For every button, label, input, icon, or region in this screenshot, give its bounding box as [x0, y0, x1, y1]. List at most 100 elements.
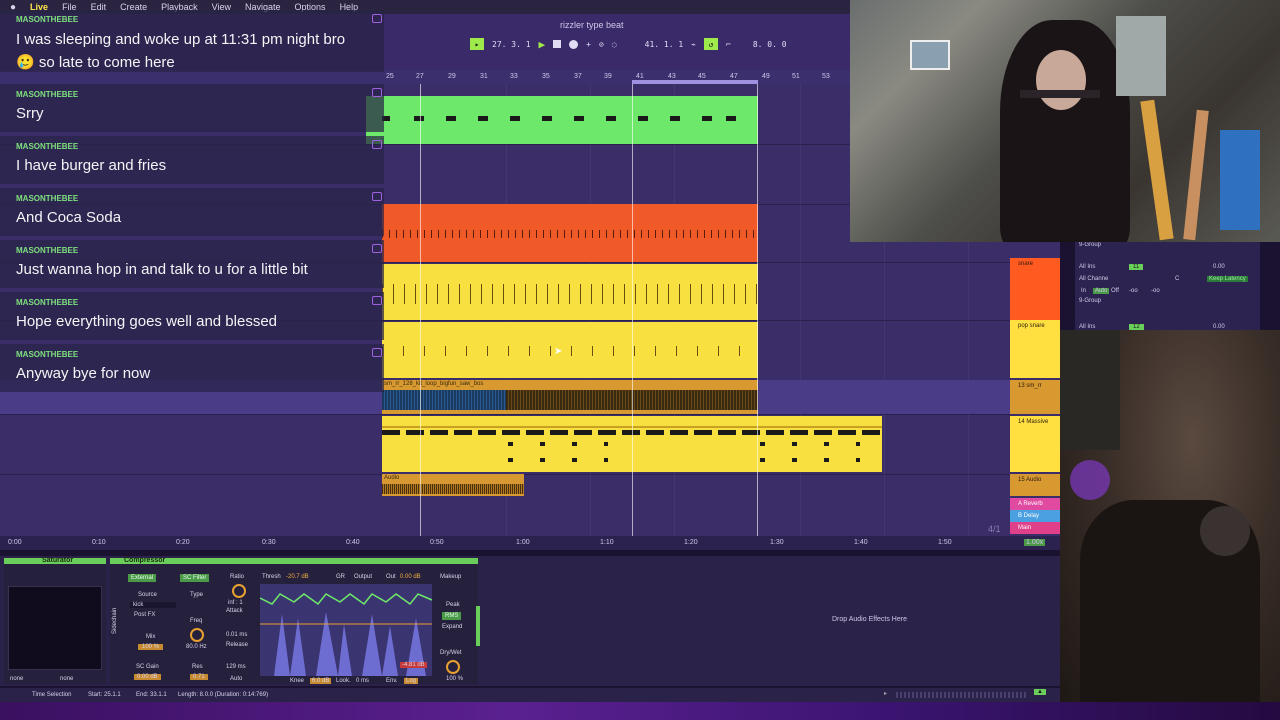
freq-value[interactable]: 80.0 Hz: [186, 644, 207, 650]
thresh-label: Thresh: [262, 574, 281, 580]
overview-play-icon[interactable]: ▸: [884, 690, 887, 697]
ratio-knob[interactable]: [232, 584, 246, 598]
track-header-delay[interactable]: B Delay: [1010, 510, 1060, 522]
punch-icon[interactable]: ⌐: [726, 40, 731, 49]
track-number-11[interactable]: 11: [1129, 264, 1144, 270]
automation-arm-icon[interactable]: ⊘: [599, 40, 604, 49]
window: [1116, 16, 1166, 96]
menu-playback[interactable]: Playback: [161, 2, 198, 12]
loop-start-marker[interactable]: [632, 84, 633, 536]
log-button[interactable]: Log: [404, 678, 419, 684]
keep-latency[interactable]: Keep Latency: [1207, 276, 1248, 282]
track-header-massive[interactable]: 14 Massive: [1010, 416, 1060, 472]
time-ruler[interactable]: 0:00 0:10 0:20 0:30 0:40 0:50 1:00 1:10 …: [0, 536, 1060, 550]
insert-marker[interactable]: [420, 84, 421, 536]
play-button[interactable]: ▶: [539, 38, 546, 51]
peak-button[interactable]: Peak: [446, 602, 460, 608]
follow-button[interactable]: ▸: [470, 38, 484, 50]
time-label: 0:20: [176, 539, 190, 546]
snare-clip[interactable]: [382, 204, 758, 262]
menu-navigate[interactable]: Navigate: [245, 2, 281, 12]
loop-length[interactable]: 8. 0. 0: [753, 40, 787, 49]
volume-1[interactable]: 0.00: [1213, 264, 1225, 270]
mix-value[interactable]: 100 %: [138, 644, 164, 650]
overview-scrollbar[interactable]: [896, 692, 1028, 698]
loop-start[interactable]: 41. 1. 1: [645, 40, 684, 49]
apple-icon[interactable]: ●: [10, 2, 16, 13]
source-select[interactable]: kick: [130, 602, 176, 608]
loop-button[interactable]: ↺: [704, 38, 718, 50]
saturator-device[interactable]: Saturator none none: [4, 557, 106, 684]
track-header-pop-snare[interactable]: pop snare: [1010, 320, 1060, 378]
input-channel[interactable]: All Channe: [1079, 276, 1108, 282]
look-value[interactable]: 0 ms: [356, 678, 369, 684]
pan-value[interactable]: C: [1175, 276, 1179, 282]
ratio-value[interactable]: inf : 1: [228, 600, 243, 606]
expand-button[interactable]: Expand: [442, 624, 462, 630]
menu-file[interactable]: File: [62, 2, 77, 12]
input-type[interactable]: All Ins: [1079, 264, 1095, 270]
saturator-mode-2[interactable]: none: [60, 676, 73, 682]
bar-ruler[interactable]: 25 27 29 31 33 35 37 39 41 43 45 47 49 5…: [0, 70, 850, 84]
track-header-audio[interactable]: 15 Audio: [1010, 474, 1060, 496]
track-header-snare[interactable]: snare: [1010, 258, 1060, 320]
external-button[interactable]: External: [128, 574, 157, 582]
freq-label: Freq: [190, 618, 203, 624]
monitor-in[interactable]: In: [1081, 288, 1086, 294]
clip-title: Audio: [384, 475, 400, 481]
wall-picture: [910, 40, 950, 70]
pop-snare-clip[interactable]: [382, 264, 758, 320]
sc-gain-value[interactable]: 0.00 dB: [134, 674, 161, 680]
draw-mode-icon[interactable]: ⌁: [691, 40, 696, 49]
track-header-sm-rr[interactable]: 13 sm_rr: [1010, 380, 1060, 414]
zoom-level[interactable]: 1.00x: [1024, 539, 1046, 546]
monitor-auto[interactable]: Auto: [1093, 288, 1110, 294]
arrangement-position[interactable]: 27. 3. 1: [492, 40, 531, 49]
drywet-knob[interactable]: [446, 660, 460, 674]
expand-arrow-icon[interactable]: ▲: [1034, 689, 1046, 695]
rms-button[interactable]: RMS: [442, 612, 462, 620]
makeup-button[interactable]: Makeup: [440, 574, 461, 580]
guitar-1: [1140, 99, 1174, 241]
out-value[interactable]: 0.00 dB: [400, 574, 421, 580]
bar-label: 27: [416, 73, 424, 80]
audio-loop-clip[interactable]: sm_rr_128_kit_loop_bigfun_saw_bos: [382, 380, 758, 414]
gr-label: GR: [336, 574, 345, 580]
knee-value[interactable]: 6.0 dB: [310, 678, 332, 684]
blue-case: [1220, 130, 1260, 230]
midi-clip-green[interactable]: [366, 96, 758, 144]
level-meter: [476, 606, 480, 646]
menu-create[interactable]: Create: [120, 2, 147, 12]
attack-label: Attack: [226, 608, 243, 614]
release-value[interactable]: 129 ms: [226, 664, 246, 670]
saturator-mode-1[interactable]: none: [10, 676, 23, 682]
monitor-off[interactable]: Off: [1111, 288, 1119, 294]
stop-button[interactable]: [553, 40, 562, 48]
thresh-value[interactable]: -20.7 dB: [286, 574, 309, 580]
menu-help[interactable]: Help: [340, 2, 359, 12]
drywet-value[interactable]: 100 %: [446, 676, 463, 682]
send-a[interactable]: -oo: [1129, 288, 1138, 294]
attack-value[interactable]: 0.01 ms: [226, 632, 247, 638]
record-button[interactable]: [569, 39, 579, 49]
menu-options[interactable]: Options: [295, 2, 326, 12]
bar-label: 47: [730, 73, 738, 80]
auto-release[interactable]: Auto: [230, 676, 242, 682]
hat-hits: [382, 284, 758, 304]
menu-live[interactable]: Live: [30, 2, 48, 12]
post-fx-select[interactable]: Post FX: [134, 612, 155, 618]
loop-end-marker[interactable]: [757, 84, 758, 536]
perc-clip[interactable]: [382, 322, 758, 378]
menu-view[interactable]: View: [212, 2, 231, 12]
capture-icon[interactable]: ◌: [612, 40, 617, 49]
audio-clip-2[interactable]: Audio: [382, 474, 524, 496]
send-b[interactable]: -oo: [1151, 288, 1160, 294]
menu-edit[interactable]: Edit: [91, 2, 107, 12]
track-header-reverb[interactable]: A Reverb: [1010, 498, 1060, 510]
track-header-main[interactable]: Main: [1010, 522, 1060, 534]
overdub-icon[interactable]: +: [586, 40, 591, 49]
sc-filter-button[interactable]: SC Filter: [180, 574, 210, 582]
freq-knob[interactable]: [190, 628, 204, 642]
compressor-device[interactable]: Compressor External SC Filter Source kic…: [110, 557, 478, 684]
res-value[interactable]: 0.71: [190, 674, 208, 680]
